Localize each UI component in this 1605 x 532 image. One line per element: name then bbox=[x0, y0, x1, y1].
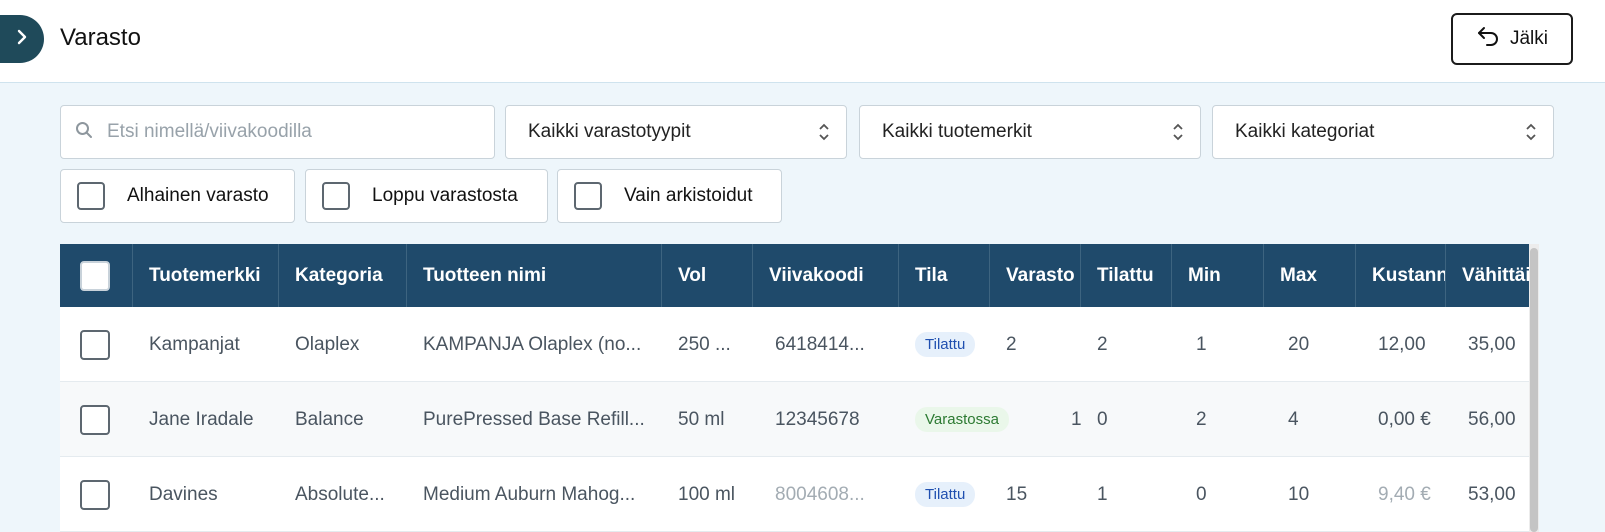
up-down-chevron-icon bbox=[1525, 121, 1537, 149]
column-header-cost[interactable]: Kustann bbox=[1356, 244, 1446, 307]
status-badge: Tilattu bbox=[915, 482, 976, 507]
cell-stock: 2 bbox=[1006, 333, 1017, 355]
back-button-label: Jälki bbox=[1509, 28, 1548, 49]
cell-cost: 0,00 € bbox=[1378, 408, 1431, 430]
back-button[interactable]: Jälki bbox=[1451, 13, 1573, 65]
brand-select[interactable]: Kaikki tuotemerkit bbox=[859, 105, 1201, 159]
row-checkbox[interactable] bbox=[80, 404, 110, 435]
row-select-cell bbox=[60, 307, 133, 382]
column-header-volume[interactable]: Vol bbox=[662, 244, 753, 307]
cell-category: Absolute... bbox=[295, 483, 385, 505]
column-header-min[interactable]: Min bbox=[1172, 244, 1264, 307]
cell-volume: 250 ... bbox=[678, 333, 731, 355]
cell-status: Tilattu bbox=[899, 307, 990, 382]
cell-barcode: 8004608... bbox=[775, 483, 865, 505]
table-scrollbar[interactable] bbox=[1529, 244, 1539, 532]
low-stock-checkbox[interactable] bbox=[77, 182, 105, 210]
cell-max: 20 bbox=[1288, 333, 1310, 355]
up-down-chevron-icon bbox=[818, 121, 830, 149]
cell-barcode: 12345678 bbox=[775, 408, 860, 430]
cell-min: 1 bbox=[1196, 333, 1207, 355]
cell-status: Tilattu bbox=[899, 457, 990, 532]
cell-volume: 100 ml bbox=[678, 483, 736, 505]
table-header: Tuotemerkki Kategoria Tuotteen nimi Vol … bbox=[60, 244, 1539, 307]
row-select-cell bbox=[60, 457, 133, 532]
out-of-stock-label: Loppu varastosta bbox=[372, 185, 518, 206]
low-stock-label: Alhainen varasto bbox=[127, 185, 269, 206]
cell-product-name: Medium Auburn Mahog... bbox=[423, 483, 636, 505]
cell-stock: 15 bbox=[1006, 483, 1028, 505]
cell-brand: Kampanjat bbox=[149, 333, 240, 355]
column-header-category[interactable]: Kategoria bbox=[279, 244, 407, 307]
archived-only-filter[interactable]: Vain arkistoidut bbox=[557, 169, 782, 223]
cell-cost: 9,40 € bbox=[1378, 483, 1431, 505]
cell-retail: 53,00 bbox=[1468, 483, 1516, 505]
status-badge: Tilattu bbox=[915, 332, 976, 357]
scrollbar-thumb[interactable] bbox=[1530, 248, 1538, 532]
cell-barcode: 6418414... bbox=[775, 333, 865, 355]
column-header-barcode[interactable]: Viivakoodi bbox=[753, 244, 899, 307]
search-field[interactable] bbox=[60, 105, 495, 159]
table-row[interactable]: Kampanjat Olaplex KAMPANJA Olaplex (no..… bbox=[60, 307, 1539, 382]
cell-max: 4 bbox=[1288, 408, 1299, 430]
cell-ordered: 0 bbox=[1097, 408, 1108, 430]
row-checkbox[interactable] bbox=[80, 329, 110, 360]
search-input[interactable] bbox=[105, 120, 469, 144]
row-select-cell bbox=[60, 382, 133, 457]
app-header: Varasto Jälki bbox=[0, 0, 1605, 83]
select-all-checkbox[interactable] bbox=[80, 260, 110, 291]
search-icon bbox=[75, 121, 93, 144]
cell-retail: 35,00 bbox=[1468, 333, 1516, 355]
column-header-ordered[interactable]: Tilattu bbox=[1081, 244, 1172, 307]
stock-type-select[interactable]: Kaikki varastotyypit bbox=[505, 105, 847, 159]
select-all-cell bbox=[60, 244, 133, 307]
cell-volume: 50 ml bbox=[678, 408, 725, 430]
out-of-stock-filter[interactable]: Loppu varastosta bbox=[305, 169, 548, 223]
cell-brand: Jane Iradale bbox=[149, 408, 254, 430]
category-select[interactable]: Kaikki kategoriat bbox=[1212, 105, 1554, 159]
cell-product-name: KAMPANJA Olaplex (no... bbox=[423, 333, 642, 355]
cell-cost: 12,00 bbox=[1378, 333, 1426, 355]
out-of-stock-checkbox[interactable] bbox=[322, 182, 350, 210]
cell-ordered: 2 bbox=[1097, 333, 1108, 355]
chevron-right-icon bbox=[15, 29, 29, 50]
cell-stock: 1 bbox=[1071, 408, 1081, 430]
cell-product-name: PurePressed Base Refill... bbox=[423, 408, 645, 430]
column-header-stock[interactable]: Varasto bbox=[990, 244, 1081, 307]
cell-min: 2 bbox=[1196, 408, 1207, 430]
archived-only-label: Vain arkistoidut bbox=[624, 185, 753, 206]
cell-category: Balance bbox=[295, 408, 364, 430]
up-down-chevron-icon bbox=[1172, 121, 1184, 149]
table-row[interactable]: Jane Iradale Balance PurePressed Base Re… bbox=[60, 382, 1539, 457]
stock-type-select-value: Kaikki varastotyypit bbox=[528, 121, 691, 142]
category-select-value: Kaikki kategoriat bbox=[1235, 121, 1375, 142]
row-checkbox[interactable] bbox=[80, 479, 110, 510]
low-stock-filter[interactable]: Alhainen varasto bbox=[60, 169, 295, 223]
cell-retail: 56,00 bbox=[1468, 408, 1516, 430]
page-title: Varasto bbox=[60, 24, 141, 51]
archived-only-checkbox[interactable] bbox=[574, 182, 602, 210]
table-row[interactable]: Davines Absolute... Medium Auburn Mahog.… bbox=[60, 457, 1539, 532]
status-badge: Varastossa bbox=[915, 407, 1009, 432]
column-header-retail[interactable]: Vähittäis bbox=[1446, 244, 1539, 307]
cell-brand: Davines bbox=[149, 483, 218, 505]
inventory-table: Tuotemerkki Kategoria Tuotteen nimi Vol … bbox=[60, 244, 1539, 532]
sidebar-expand-button[interactable] bbox=[0, 15, 44, 63]
cell-ordered: 1 bbox=[1097, 483, 1108, 505]
column-header-max[interactable]: Max bbox=[1264, 244, 1356, 307]
cell-min: 0 bbox=[1196, 483, 1207, 505]
cell-max: 10 bbox=[1288, 483, 1310, 505]
cell-status: Varastossa bbox=[899, 382, 1011, 457]
undo-arrow-icon bbox=[1476, 25, 1500, 53]
brand-select-value: Kaikki tuotemerkit bbox=[882, 121, 1032, 142]
cell-category: Olaplex bbox=[295, 333, 360, 355]
column-header-product-name[interactable]: Tuotteen nimi bbox=[407, 244, 662, 307]
column-header-status[interactable]: Tila bbox=[899, 244, 990, 307]
column-header-brand[interactable]: Tuotemerkki bbox=[133, 244, 279, 307]
